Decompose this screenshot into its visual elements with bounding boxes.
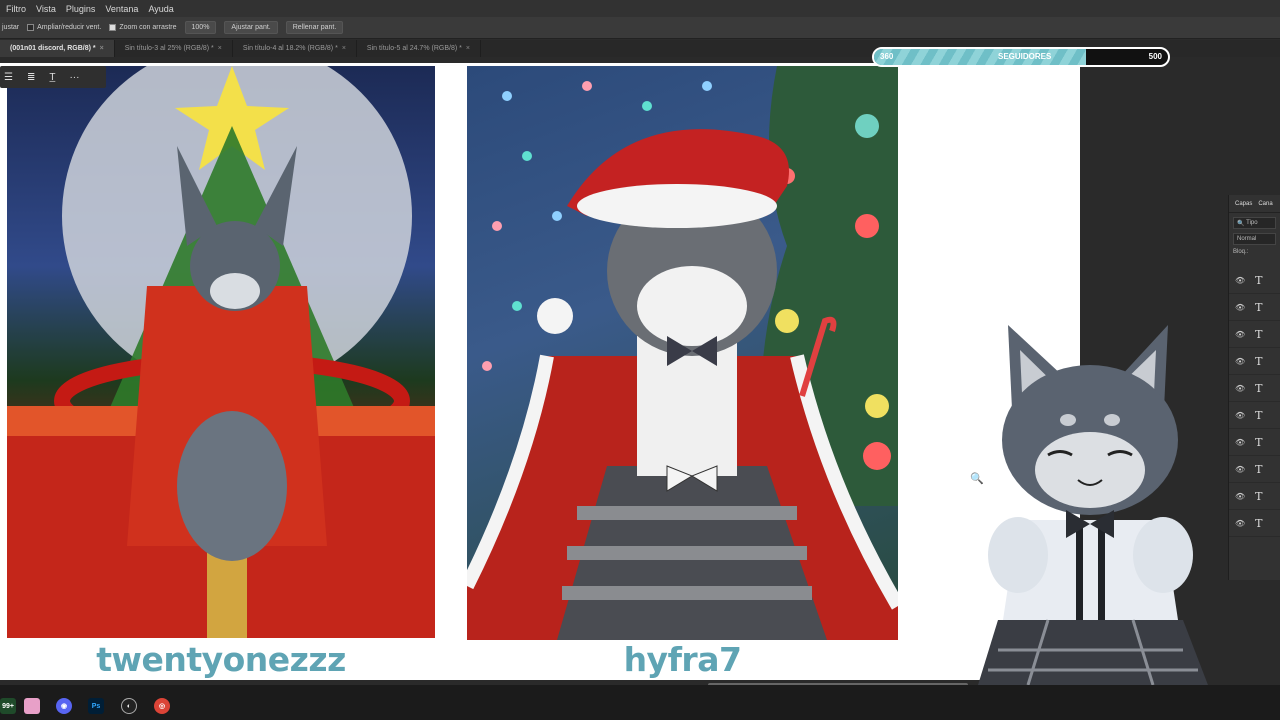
artwork-twentyonezzz [7,66,435,638]
close-icon[interactable]: × [466,45,470,52]
tool-label: justar [2,24,20,31]
tab-label: (001n01 discord, RGB/8) * [10,45,96,52]
followers-goal: 500 [1148,52,1162,61]
layer-row[interactable]: 👁 T [1229,483,1280,510]
visibility-eye-icon[interactable]: 👁 [1235,411,1245,420]
layer-list: 👁 T 👁 T 👁 T 👁 T 👁 T 👁 T 👁 T 👁 T 👁 T 👁 T [1229,267,1280,537]
vtuber-avatar [978,325,1208,685]
tab-document-4[interactable]: Sin título-4 al 18.2% (RGB/8) * × [233,40,357,57]
resize-label: Ampliar/reducir vent. [37,24,102,31]
text-layer-icon: T [1255,300,1263,314]
text-layer-icon: T [1255,408,1263,422]
obs-icon[interactable]: ◐ [121,698,137,714]
menu-ventana[interactable]: Ventana [105,4,138,14]
tab-document-5[interactable]: Sin título-5 al 24.7% (RGB/8) * × [357,40,481,57]
scrubby-zoom-option[interactable]: Zoom con arrastre [109,24,177,31]
layer-filter-field[interactable]: 🔍 Tipo [1233,217,1276,229]
text-options-icon[interactable]: T̲ [49,72,55,83]
chrome-icon[interactable]: ◎ [154,698,170,714]
visibility-eye-icon[interactable]: 👁 [1235,276,1245,285]
layers-panel: Capas Cana 🔍 Tipo Normal Bloq.: 👁 T 👁 T 👁 T 👁 T… [1228,195,1280,580]
text-layer-icon: T [1255,435,1263,449]
menu-bar: Filtro Vista Plugins Ventana Ayuda [0,0,1280,17]
visibility-eye-icon[interactable]: 👁 [1235,519,1245,528]
text-layer-icon: T [1255,354,1263,368]
layer-row[interactable]: 👁 T [1229,321,1280,348]
lock-label: Bloq.: [1233,249,1249,255]
blend-mode-value: Normal [1237,236,1257,242]
options-bar: justar Ampliar/reducir vent. Zoom con ar… [0,17,1280,39]
tab-label: Sin título-5 al 24.7% (RGB/8) * [366,45,462,52]
close-icon[interactable]: × [100,45,104,52]
followers-current: 360 [880,52,894,61]
text-layer-icon: T [1255,462,1263,476]
menu-filtro[interactable]: Filtro [6,4,26,14]
followers-progress-bar: 360 SEGUIDORES 500 [872,47,1170,67]
artwork-illustration [7,66,435,638]
layer-row[interactable]: 👁 T [1229,456,1280,483]
tab-label: Sin título-4 al 18.2% (RGB/8) * [242,45,338,52]
resize-checkbox[interactable] [27,24,35,31]
layer-row[interactable]: 👁 T [1229,294,1280,321]
taskbar [0,685,1280,720]
tab-layers[interactable]: Capas [1235,201,1252,207]
text-layer-icon: T [1255,273,1263,287]
tab-document-1[interactable]: (001n01 discord, RGB/8) * × [0,40,115,57]
align-right-icon[interactable]: ≣ [27,72,35,83]
menu-plugins[interactable]: Plugins [66,4,96,14]
photoshop-icon[interactable]: Ps [88,698,104,714]
zoom-value[interactable]: 100% [184,21,217,34]
badge-icon[interactable]: 99+ [0,698,16,714]
visibility-eye-icon[interactable]: 👁 [1235,330,1245,339]
artwork-hyfra7 [467,66,898,640]
tab-label: Sin título-3 al 25% (RGB/8) * [124,45,214,52]
layers-panel-tabs: Capas Cana [1229,195,1280,213]
menu-ayuda[interactable]: Ayuda [148,4,173,14]
close-icon[interactable]: × [342,45,346,52]
tab-document-3[interactable]: Sin título-3 al 25% (RGB/8) * × [115,40,233,57]
align-left-icon[interactable]: ☰ [4,72,13,83]
layer-row[interactable]: 👁 T [1229,429,1280,456]
layer-row[interactable]: 👁 T [1229,267,1280,294]
visibility-eye-icon[interactable]: 👁 [1235,384,1245,393]
followers-label: SEGUIDORES [998,52,1052,61]
menu-vista[interactable]: Vista [36,4,56,14]
blend-mode-select[interactable]: Normal [1233,233,1276,245]
followers-progress-fill [874,49,1086,65]
close-icon[interactable]: × [218,45,222,52]
text-layer-icon: T [1255,327,1263,341]
artwork-illustration [467,66,898,640]
visibility-eye-icon[interactable]: 👁 [1235,465,1245,474]
layer-row[interactable]: 👁 T [1229,402,1280,429]
scrubby-label: Zoom con arrastre [119,24,177,31]
visibility-eye-icon[interactable]: 👁 [1235,357,1245,366]
resize-windows-option[interactable]: Ampliar/reducir vent. [27,24,101,31]
floating-toolbar: ☰ ≣ T̲ ··· [0,66,106,88]
scrubby-checkbox[interactable] [109,24,117,31]
visibility-eye-icon[interactable]: 👁 [1235,438,1245,447]
layer-row[interactable]: 👁 T [1229,348,1280,375]
fill-screen-button[interactable]: Rellenar pant. [285,21,344,34]
text-layer-icon: T [1255,489,1263,503]
filter-label: Tipo [1246,220,1258,226]
entry-name-2: hyfra7 [623,640,742,679]
fit-screen-button[interactable]: Ajustar pant. [224,21,278,34]
visibility-eye-icon[interactable]: 👁 [1235,303,1245,312]
pink-app-icon[interactable] [24,698,40,714]
more-options-icon[interactable]: ··· [69,72,79,83]
tab-channels[interactable]: Cana [1258,201,1272,207]
visibility-eye-icon[interactable]: 👁 [1235,492,1245,501]
layer-row[interactable]: 👁 T [1229,375,1280,402]
layer-row[interactable]: 👁 T [1229,510,1280,537]
text-layer-icon: T [1255,381,1263,395]
entry-name-1: twentyonezzz [96,640,346,679]
discord-icon[interactable]: ◉ [56,698,72,714]
text-layer-icon: T [1255,516,1263,530]
